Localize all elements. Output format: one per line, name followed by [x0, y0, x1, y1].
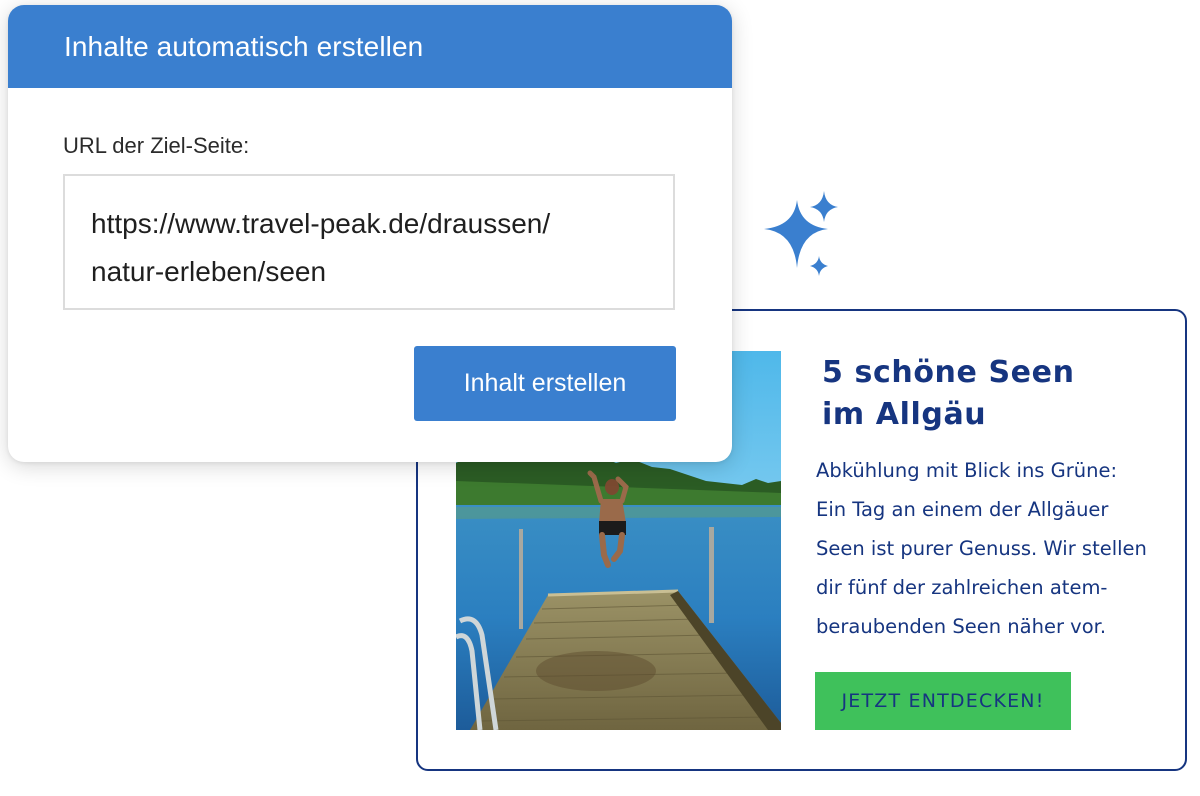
result-title: 5 schöne Seen im Allgäu — [822, 352, 1172, 436]
url-field-label: URL der Ziel-Seite: — [63, 133, 250, 158]
result-title-line: 5 schöne Seen — [822, 355, 1075, 390]
dialog-title: Inhalte automatisch erstellen — [8, 5, 732, 88]
result-description-line: beraubenden Seen näher vor. — [816, 615, 1107, 638]
sparkles-icon — [764, 191, 838, 276]
result-title-line: im Allgäu — [822, 397, 987, 432]
result-description-line: Ein Tag an einem der Allgäuer — [816, 498, 1109, 521]
url-input-line: natur-erleben/seen — [91, 256, 327, 287]
result-description: Abkühlung mit Blick ins Grüne: Ein Tag a… — [816, 451, 1186, 646]
result-description-line: Abkühlung mit Blick ins Grüne: — [816, 459, 1118, 482]
result-description-line: Seen ist purer Genuss. Wir stellen — [816, 537, 1147, 560]
url-input-line: https://www.travel-peak.de/draussen/ — [91, 208, 551, 239]
discover-button[interactable]: JETZT ENTDECKEN! — [815, 672, 1071, 730]
content-generator-dialog: Inhalte automatisch erstellen URL der Zi… — [8, 5, 732, 462]
url-input[interactable]: https://www.travel-peak.de/draussen/ nat… — [63, 174, 675, 310]
create-content-button[interactable]: Inhalt erstellen — [414, 346, 676, 421]
result-description-line: dir fünf der zahlreichen atem- — [816, 576, 1108, 599]
